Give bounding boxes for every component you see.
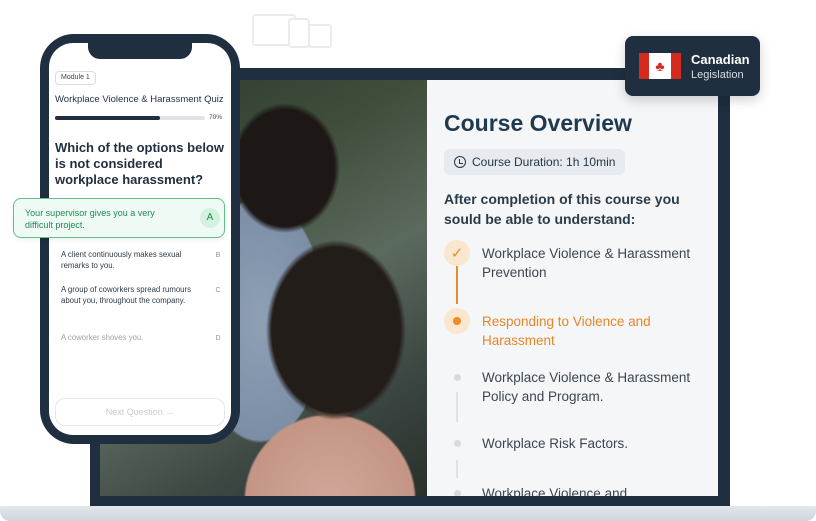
course-intro: After completion of this course you soul… <box>444 191 680 227</box>
timeline-connector <box>456 392 458 422</box>
course-duration-text: Course Duration: 1h 10min <box>472 155 616 169</box>
quiz-progress-fill <box>55 116 160 120</box>
answer-option-a-selected[interactable]: Your supervisor gives you a very difficu… <box>13 198 225 238</box>
phone-outline-icon <box>288 18 310 48</box>
answer-text: Your supervisor gives you a very difficu… <box>25 208 155 230</box>
next-question-label: Next Question <box>105 407 163 417</box>
dot-icon <box>444 430 470 456</box>
answer-key: D <box>215 335 221 342</box>
course-step-label: Workplace Violence & Harassment Policy a… <box>482 370 691 404</box>
answer-option-b[interactable]: A client continuously makes sexual remar… <box>61 249 226 271</box>
answer-text: A coworker shoves you. <box>61 333 144 342</box>
answer-text: A client continuously makes sexual remar… <box>61 250 182 270</box>
course-overview-panel: Course Overview Course Duration: 1h 10mi… <box>427 80 718 496</box>
answer-option-d[interactable]: A coworker shoves you. D <box>61 332 226 343</box>
timeline-connector <box>456 266 458 304</box>
badge-subtitle: Legislation <box>691 69 744 81</box>
active-dot-icon <box>444 308 470 334</box>
phone-screen: Module 1 Workplace Violence & Harassment… <box>49 43 231 435</box>
phone-notch <box>88 43 192 59</box>
quiz-progress-bar <box>55 116 205 120</box>
course-duration-chip: Course Duration: 1h 10min <box>444 149 626 175</box>
faded-devices-graphic <box>252 10 522 54</box>
canadian-legislation-badge: ♣ Canadian Legislation <box>625 36 760 96</box>
dot-icon <box>444 480 470 496</box>
clock-icon <box>454 156 466 168</box>
dot-icon <box>444 364 470 390</box>
module-tag: Module 1 <box>55 71 96 85</box>
answer-option-c[interactable]: A group of coworkers spread rumours abou… <box>61 284 226 306</box>
maple-leaf-icon: ♣ <box>655 58 665 74</box>
course-title: Course Overview <box>444 110 632 136</box>
quiz-question: Which of the options below is not consid… <box>55 140 224 187</box>
quiz-title: Workplace Violence & Harassment Quiz <box>55 94 224 105</box>
arrow-right-icon: → <box>165 407 175 417</box>
course-step-label: Workplace Violence and <box>482 486 628 496</box>
answer-key: C <box>215 287 221 294</box>
answer-key: A <box>200 208 220 228</box>
answer-text: A group of coworkers spread rumours abou… <box>61 285 192 305</box>
canada-flag-icon: ♣ <box>639 53 681 79</box>
course-step-label: Workplace Violence & Harassment Preventi… <box>482 246 691 280</box>
timeline-connector <box>456 460 458 478</box>
tablet-outline-icon <box>308 24 332 48</box>
course-step-label: Responding to Violence and Harassment <box>482 314 651 348</box>
answer-key: B <box>215 252 221 259</box>
badge-title: Canadian <box>691 52 750 67</box>
laptop-base <box>0 506 816 521</box>
next-question-button[interactable]: Next Question → <box>55 398 225 426</box>
check-icon: ✓ <box>444 240 470 266</box>
course-step-label: Workplace Risk Factors. <box>482 436 629 451</box>
quiz-progress-label: 70% <box>209 114 223 121</box>
